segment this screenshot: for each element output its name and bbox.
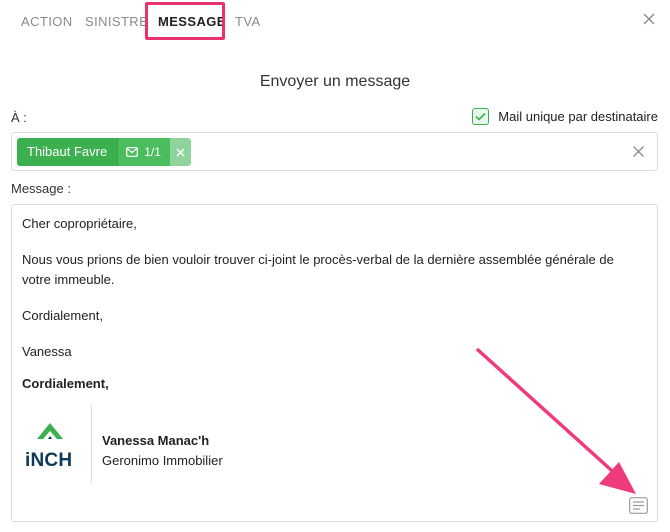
dialog-title: Envoyer un message (259, 73, 411, 90)
tab-action[interactable]: ACTION (21, 14, 73, 29)
close-icon (176, 148, 185, 156)
unique-mail-checkbox[interactable] (472, 108, 490, 125)
clear-recipients-icon[interactable] (632, 145, 645, 158)
message-label: Message : (11, 181, 71, 196)
tab-bar: ACTION SINISTRE MESSAGE TVA (0, 0, 670, 42)
logo-mark-icon (37, 423, 63, 439)
tab-sinistre[interactable]: SINISTRE (85, 14, 148, 29)
message-body: Nous vous prions de bien vouloir trouver… (22, 252, 614, 287)
mail-icon (126, 147, 139, 157)
signature-divider (91, 405, 92, 483)
company-logo: iNCH (24, 417, 84, 477)
unique-mail-option[interactable]: Mail unique par destinataire (472, 108, 658, 125)
signature-closing: Cordialement, (22, 376, 109, 391)
recipient-chip[interactable]: Thibaut Favre 1/1 (17, 138, 191, 166)
message-editor[interactable]: Cher copropriétaire, Nous vous prions de… (11, 204, 658, 522)
close-icon[interactable] (640, 10, 658, 28)
unique-mail-label: Mail unique par destinataire (498, 109, 658, 124)
recipient-chip-count-value: 1/1 (144, 145, 161, 159)
active-tab-highlight (145, 2, 225, 40)
message-sender: Vanessa (22, 344, 72, 359)
recipient-chip-count: 1/1 (117, 138, 170, 166)
check-icon (475, 112, 486, 121)
recipient-chip-name: Thibaut Favre (17, 138, 118, 166)
tab-tva[interactable]: TVA (235, 14, 261, 29)
template-icon[interactable] (629, 497, 648, 514)
signature-name: Vanessa Manac'h (102, 433, 210, 448)
message-closing: Cordialement, (22, 308, 103, 323)
recipient-chip-remove[interactable] (169, 138, 191, 166)
message-greeting: Cher copropriétaire, (22, 216, 137, 231)
logo-text: iNCH (25, 450, 73, 471)
signature-company: Geronimo Immobilier (102, 453, 223, 468)
recipients-label: À : (11, 110, 27, 125)
recipients-field[interactable]: Thibaut Favre 1/1 (11, 132, 658, 171)
